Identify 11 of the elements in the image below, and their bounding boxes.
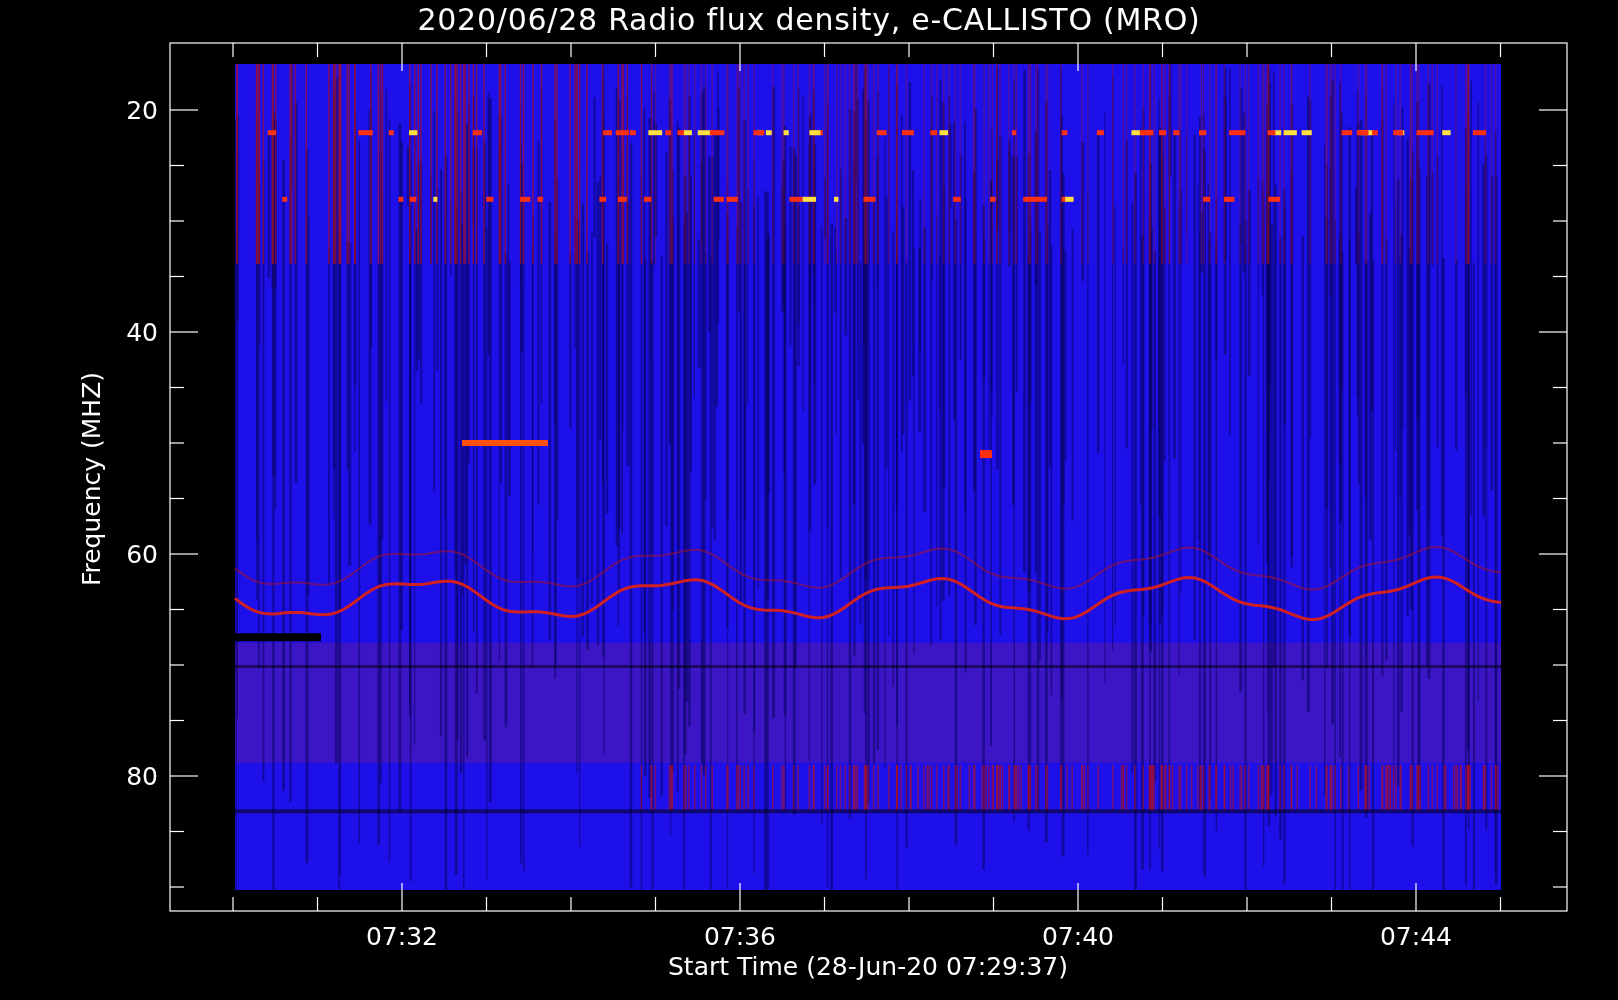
y-tick-label: 20 [126,96,158,125]
x-tick-label: 07:44 [1380,922,1452,951]
x-tick-label: 07:32 [366,922,438,951]
y-tick-label: 60 [126,540,158,569]
y-tick-label: 40 [126,318,158,347]
x-axis-title: Start Time (28-Jun-20 07:29:37) [668,952,1068,981]
y-tick-label: 80 [126,762,158,791]
x-tick-label: 07:40 [1042,922,1114,951]
y-axis-title: Frequency (MHZ) [77,371,106,587]
x-tick-label: 07:36 [704,922,776,951]
chart-title: 2020/06/28 Radio flux density, e-CALLISTO (MRO) [417,1,1201,39]
